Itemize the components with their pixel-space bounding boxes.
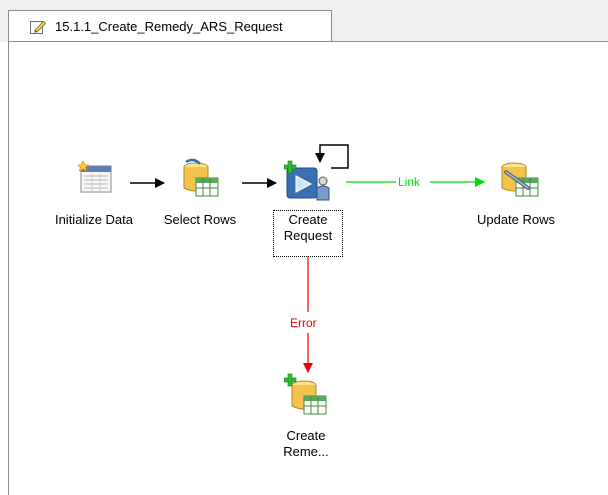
error-label: Error (290, 316, 317, 330)
node-label-create-reme: Create Reme... (268, 428, 344, 460)
database-create-icon[interactable] (284, 372, 328, 416)
node-label-create-request-line2: Request (283, 228, 333, 243)
node-label-create-request-line1: Create (288, 212, 328, 227)
database-table-icon[interactable] (180, 158, 220, 198)
node-label-update-rows: Update Rows (476, 212, 556, 227)
node-label-create-reme-line1: Create (286, 428, 326, 443)
link-label: Link (398, 175, 421, 189)
database-update-icon[interactable] (498, 158, 542, 198)
remedy-create-icon[interactable] (284, 160, 332, 202)
data-grid-icon[interactable] (78, 160, 114, 196)
node-label-create-request: Create Request (273, 210, 343, 257)
node-label-select-rows: Select Rows (163, 212, 237, 227)
node-label-create-reme-line2: Reme... (283, 444, 329, 459)
node-label-initialize-data: Initialize Data (54, 212, 134, 227)
